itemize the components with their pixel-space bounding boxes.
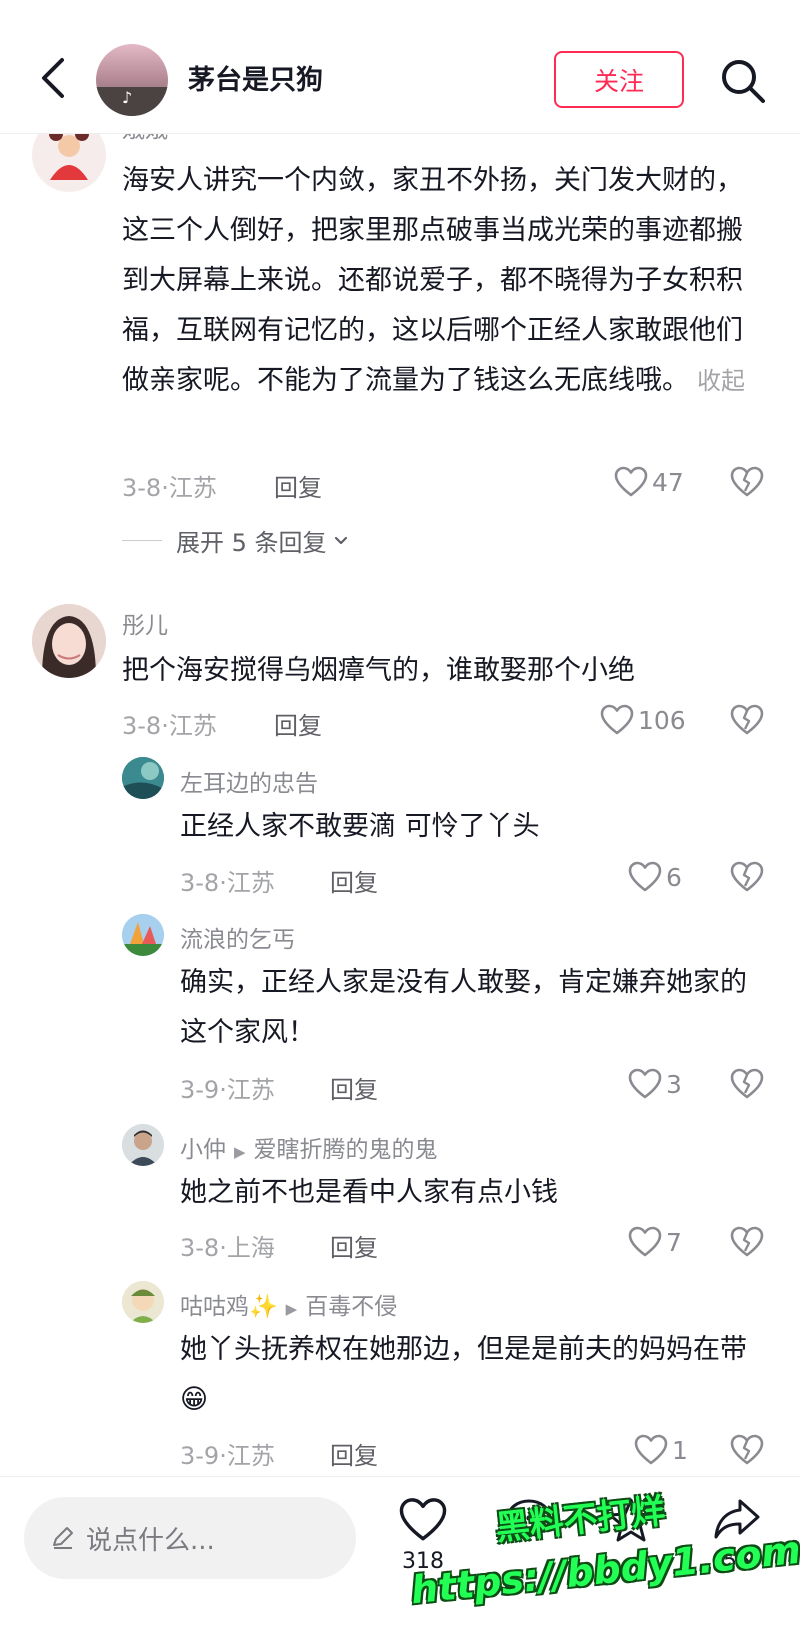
author-name[interactable]: 茅台是只狗: [188, 58, 323, 97]
reply-meta: 3-8·江苏: [180, 869, 275, 897]
like-button[interactable]: 1: [634, 1434, 688, 1466]
comment-meta: 3-8·江苏: [122, 712, 217, 740]
tiktok-logo-icon: ♪: [122, 88, 133, 107]
like-count: 47: [652, 467, 684, 497]
heart-icon: [399, 1498, 447, 1541]
collapse-link[interactable]: 收起: [697, 367, 745, 395]
avatar[interactable]: [122, 1124, 164, 1166]
like-button[interactable]: 3: [628, 1068, 682, 1100]
reply-target[interactable]: 百毒不侵: [305, 1294, 397, 1320]
reply-meta: 3-9·江苏: [180, 1076, 275, 1104]
reply-meta: 3-8·上海: [180, 1234, 275, 1262]
chevron-down-icon: [334, 536, 347, 544]
comment-text: 把个海安搅得乌烟瘴气的，谁敢娶那个小绝: [122, 655, 635, 686]
reply-text: 她丫头抚养权在她那边，但是是前夫的妈妈在带😁: [180, 1334, 747, 1415]
reply-text: 她之前不也是看中人家有点小钱: [180, 1177, 558, 1208]
comment-username[interactable]: 彤儿: [122, 606, 168, 640]
dislike-button[interactable]: [730, 704, 764, 740]
broken-heart-icon: [730, 704, 764, 735]
like-count: 6: [666, 862, 682, 892]
broken-heart-icon: [730, 1434, 764, 1465]
bottom-action-bar: 说点什么... 318 55: [0, 1476, 800, 1649]
reply-button[interactable]: 回复: [330, 1228, 378, 1263]
reply-meta: 3-9·江苏: [180, 1442, 275, 1470]
reply-target[interactable]: 爱瞎折腾的鬼的鬼: [254, 1137, 438, 1163]
follow-button[interactable]: 关注: [554, 51, 684, 108]
reply-author[interactable]: 咕咕鸡✨: [180, 1294, 278, 1320]
heart-icon: [634, 1434, 668, 1465]
favorite-action[interactable]: [596, 1497, 666, 1547]
broken-heart-icon: [730, 1226, 764, 1257]
comment-input-placeholder: 说点什么...: [86, 1525, 215, 1556]
reply-to-arrow-icon: ▶: [285, 1300, 298, 1318]
like-button[interactable]: 6: [628, 861, 682, 893]
reply-to-arrow-icon: ▶: [234, 1143, 246, 1161]
avatar[interactable]: [32, 604, 106, 678]
star-icon: [608, 1498, 654, 1542]
like-button[interactable]: 47: [614, 466, 684, 498]
like-button[interactable]: 106: [600, 704, 686, 736]
reply-button[interactable]: 回复: [274, 706, 322, 741]
like-count: 7: [666, 1227, 682, 1257]
like-button[interactable]: 7: [628, 1226, 682, 1258]
like-count: 3: [666, 1069, 682, 1099]
heart-icon: [628, 1226, 662, 1257]
search-icon: [722, 60, 765, 103]
broken-heart-icon: [730, 861, 764, 892]
heart-icon: [628, 1068, 662, 1099]
comment-body: 海安人讲究一个内敛，家丑不外扬，关门发大财的，这三个人倒好，把家里那点破事当成光…: [122, 165, 743, 396]
reply-text: 确实，正经人家是没有人敢娶，肯定嫌弃她家的这个家风！: [180, 967, 747, 1048]
avatar[interactable]: [122, 1281, 164, 1323]
comment-meta: 3-8·江苏: [122, 474, 217, 502]
author-avatar[interactable]: ♪: [96, 44, 168, 116]
broken-heart-icon: [730, 1068, 764, 1099]
heart-icon: [600, 704, 634, 735]
like-action-count: 318: [402, 1549, 444, 1574]
dislike-button[interactable]: [730, 466, 764, 502]
reply-username: 咕咕鸡✨ ▶ 百毒不侵: [180, 1287, 397, 1321]
reply-author[interactable]: 小仲: [180, 1137, 226, 1163]
pencil-icon: [53, 1527, 73, 1549]
top-bar: ♪ 茅台是只狗 关注: [0, 0, 800, 134]
expand-replies-label: 展开 5 条回复: [176, 529, 327, 557]
share-icon: [714, 1499, 760, 1539]
comment-input[interactable]: 说点什么...: [24, 1497, 356, 1579]
avatar[interactable]: [122, 757, 164, 799]
dislike-button[interactable]: [730, 1226, 764, 1262]
expand-replies-button[interactable]: 展开 5 条回复: [122, 523, 351, 558]
search-button[interactable]: [718, 56, 768, 106]
back-button[interactable]: [34, 52, 74, 104]
like-action[interactable]: 318: [388, 1497, 458, 1574]
broken-heart-icon: [730, 466, 764, 497]
comment-action[interactable]: [494, 1497, 564, 1549]
share-action[interactable]: 55: [702, 1497, 772, 1574]
dislike-button[interactable]: [730, 1434, 764, 1470]
dislike-button[interactable]: [730, 861, 764, 897]
heart-icon: [628, 861, 662, 892]
avatar[interactable]: [122, 914, 164, 956]
reply-button[interactable]: 回复: [274, 468, 322, 503]
reply-button[interactable]: 回复: [330, 863, 378, 898]
comment-icon: [506, 1499, 552, 1541]
reply-text: 正经人家不敢要滴 可怜了丫头: [180, 811, 540, 842]
reply-username: 小仲 ▶ 爱瞎折腾的鬼的鬼: [180, 1130, 438, 1164]
share-action-count: 55: [723, 1549, 751, 1574]
divider: [122, 540, 162, 541]
back-arrow-icon: [42, 58, 64, 98]
reply-button[interactable]: 回复: [330, 1436, 378, 1471]
reply-username[interactable]: 左耳边的忠告: [180, 764, 318, 798]
reply-username[interactable]: 流浪的乞丐: [180, 920, 295, 954]
comment-text: 海安人讲究一个内敛，家丑不外扬，关门发大财的，这三个人倒好，把家里那点破事当成光…: [122, 156, 762, 406]
like-count: 1: [672, 1435, 688, 1465]
reply-button[interactable]: 回复: [330, 1070, 378, 1105]
dislike-button[interactable]: [730, 1068, 764, 1104]
heart-icon: [614, 466, 648, 497]
like-count: 106: [638, 705, 686, 735]
